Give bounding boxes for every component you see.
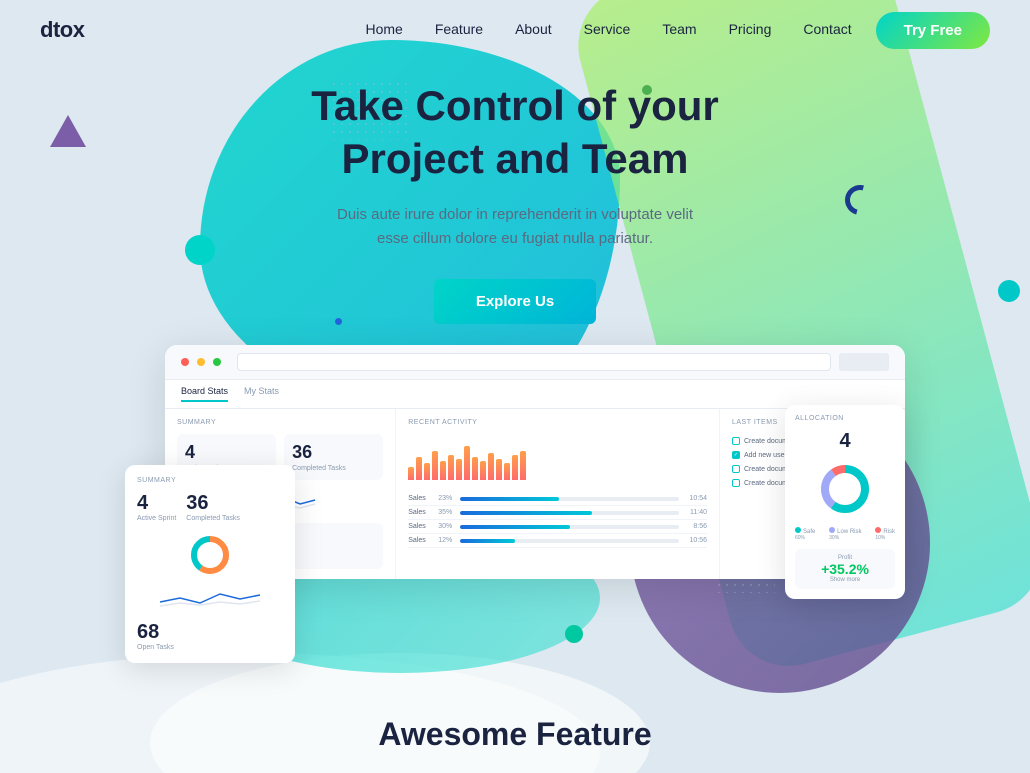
dot-teal-bottom-icon [565,625,583,643]
window-close-dot [181,358,189,366]
hero-subtext: Duis aute irure dolor in reprehenderit i… [335,203,695,251]
dashboard-search[interactable] [237,353,831,371]
bar-13 [504,463,510,480]
nav-home[interactable]: Home [365,21,402,37]
footer-section: Awesome Feature [0,696,1030,773]
activity-col: Recent Activity [396,409,720,579]
act-row-4: Sales 12% 10:56 [408,534,707,548]
bar-5 [440,461,446,480]
summary-float-card: SUMMARY 4 Active Sprint 36 Completed Tas… [125,465,295,663]
bar-8 [464,446,470,480]
window-minimize-dot [197,358,205,366]
bar-15 [520,451,526,480]
allocation-num: 4 [795,430,895,453]
allocation-legend: Safe60% Low Risk30% Risk10% [795,527,895,541]
act-row-3: Sales 30% 8:56 [408,520,707,534]
profit-num: +35.2% [801,561,889,577]
nav-feature[interactable]: Feature [435,21,483,37]
bar-7 [456,459,462,480]
act-row-1: Sales 23% 10:54 [408,492,707,506]
bar-2 [416,457,422,480]
float-summary-grid: 4 Active Sprint 36 Completed Tasks [137,492,283,522]
bar-3 [424,463,430,480]
summary-title: SUMMARY [177,419,383,426]
hero-section: Take Control of your Project and Team Du… [0,80,1030,324]
bar-1 [408,467,414,480]
explore-button[interactable]: Explore Us [434,279,596,324]
allocation-card: ALLOCATION 4 Safe60% Low Risk30% Risk10%… [785,405,905,599]
bar-12 [496,459,502,480]
act-row-2: Sales 35% 11:40 [408,506,707,520]
float-active-num: 4 [137,492,176,515]
brand-logo: dtox [40,17,84,43]
nav-about[interactable]: About [515,21,552,37]
nav-links: Home Feature About Service Team Pricing … [365,21,851,39]
bar-14 [512,455,518,480]
float-open-tasks: 68 Open Tasks [137,621,283,651]
completed-tasks-card: 36 Completed Tasks [284,434,383,480]
try-free-button[interactable]: Try Free [876,12,990,49]
activity-bar-chart [408,434,707,484]
float-sparkline [137,588,283,608]
nav-pricing[interactable]: Pricing [729,21,772,37]
profit-box: Profit +35.2% Show more [795,549,895,589]
float-donut [137,530,283,580]
nav-service[interactable]: Service [584,21,631,37]
bar-4 [432,451,438,480]
activity-title: Recent Activity [408,419,707,426]
tab-my-stats[interactable]: My Stats [244,386,279,402]
float-completed-num: 36 [186,492,240,515]
bar-11 [488,453,494,480]
bar-9 [472,457,478,480]
activity-list: Sales 23% 10:54 Sales 35% 11:40 Sales 30… [408,492,707,548]
completed-tasks-num: 36 [292,442,375,463]
nav-team[interactable]: Team [662,21,696,37]
show-more-link[interactable]: Show more [801,577,889,583]
navbar: dtox Home Feature About Service Team Pri… [0,0,1030,60]
dashboard-mockup: Board Stats My Stats SUMMARY 4 Active Sp… [125,345,905,579]
nav-contact[interactable]: Contact [803,21,851,37]
dashboard-topbar [165,345,905,380]
bar-6 [448,455,454,480]
footer-title: Awesome Feature [20,716,1010,753]
active-sprint-num: 4 [185,442,268,463]
tab-board-stats[interactable]: Board Stats [181,386,228,402]
completed-tasks-label: Completed Tasks [292,465,375,472]
donut-chart [795,459,895,519]
window-expand-dot [213,358,221,366]
bar-10 [480,461,486,480]
allocation-title: ALLOCATION [795,415,895,422]
hero-headline: Take Control of your Project and Team [0,80,1030,185]
dashboard-action[interactable] [839,353,889,371]
